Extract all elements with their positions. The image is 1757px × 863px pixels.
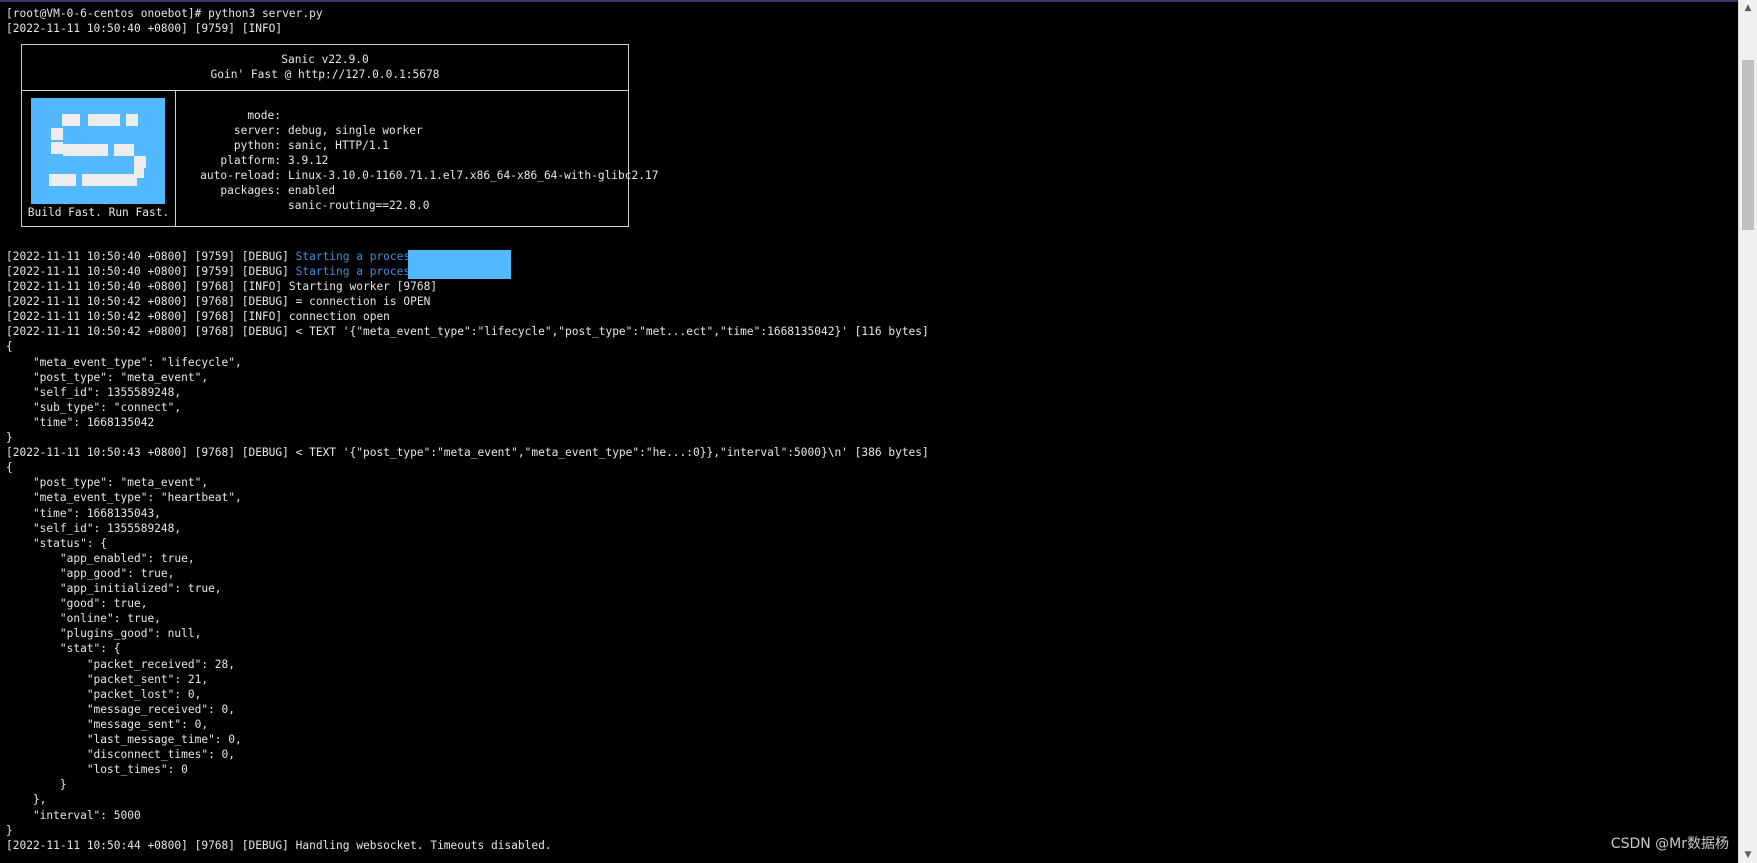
banner-subtitle: Goin' Fast @ http://127.0.0.1:5678 [210, 68, 440, 81]
log-line: "message_sent": 0, [6, 717, 209, 731]
terminal-window[interactable]: [root@VM-0-6-centos onoebot]# python3 se… [0, 0, 1738, 863]
sanic-logo-icon [31, 98, 165, 204]
process-message: Starting a process: [295, 250, 424, 263]
banner-header: Sanic v22.9.0 Goin' Fast @ http://127.0.… [22, 45, 628, 91]
vertical-scrollbar[interactable]: ▲ ▼ [1738, 0, 1757, 863]
log-line: "meta_event_type": "lifecycle", [6, 355, 242, 369]
log-line: [2022-11-11 10:50:42 +0800] [9768] [INFO… [6, 310, 390, 324]
log-line: "online": true, [6, 612, 161, 626]
log-line: "meta_event_type": "heartbeat", [6, 491, 242, 505]
log-line: "packet_lost": 0, [6, 687, 202, 701]
scrollbar-thumb[interactable] [1742, 60, 1754, 230]
log-line: "app_initialized": true, [6, 582, 222, 595]
log-line: "self_id": 1355589248, [6, 385, 182, 399]
log-line: "time": 1668135043, [6, 506, 161, 520]
detail-value: sanic, HTTP/1.1 [288, 139, 390, 152]
watermark-text: CSDN @Mr数据杨 [1610, 836, 1729, 852]
log-line: "packet_sent": 21, [6, 672, 209, 686]
log-line: "app_good": true, [6, 566, 175, 580]
log-line: [2022-11-11 10:50:42 +0800] [9768] [DEBU… [6, 295, 431, 309]
log-line: } [6, 823, 13, 837]
log-line: "post_type": "meta_event", [6, 476, 209, 490]
log-line: { [6, 461, 13, 475]
process-line: [2022-11-11 10:50:40 +0800] [9759] [DEBU… [6, 249, 424, 264]
detail-key: packages: [220, 184, 281, 197]
log-line: [2022-11-11 10:50:44 +0800] [9768] [DEBU… [6, 838, 552, 852]
log-line: "app_enabled": true, [6, 551, 195, 565]
detail-value: Linux-3.10.0-1160.71.1.el7.x86_64-x86_64… [288, 169, 659, 182]
scroll-down-icon[interactable]: ▼ [1739, 847, 1757, 863]
log-line: [2022-11-11 10:50:40 +0800] [9768] [INFO… [6, 280, 438, 293]
log-line: [2022-11-11 10:50:42 +0800] [9768] [DEBU… [6, 325, 929, 339]
log-line: "interval": 5000 [6, 808, 141, 822]
banner-detail-packages: packages: sanic-routing==22.8.0 [186, 168, 429, 228]
log-line: }, [6, 793, 47, 807]
log-line: } [6, 431, 13, 444]
log-line: "post_type": "meta_event", [6, 370, 209, 384]
log-line: "last_message_time": 0, [6, 733, 242, 746]
detail-value: debug, single worker [288, 124, 423, 137]
log-line: } [6, 778, 67, 792]
log-line: "status": { [6, 536, 108, 550]
detail-value: enabled [288, 184, 336, 197]
log-line: "good": true, [6, 597, 148, 611]
banner-title: Sanic v22.9.0 [281, 53, 369, 66]
detail-value: 3.9.12 [288, 154, 329, 167]
banner-tagline: Build Fast. Run Fast. [27, 206, 170, 219]
log-prefix: [2022-11-11 10:50:40 +0800] [9759] [DEBU… [6, 265, 296, 278]
log-line: { [6, 340, 13, 354]
process-message: Starting a process: [295, 265, 424, 278]
log-line: "message_received": 0, [6, 702, 236, 716]
log-line: "time": 1668135042 [6, 415, 155, 429]
info-line: [2022-11-11 10:50:40 +0800] [9759] [INFO… [6, 22, 283, 35]
log-line: "disconnect_times": 0, [6, 748, 236, 762]
log-line: [2022-11-11 10:50:43 +0800] [9768] [DEBU… [6, 446, 929, 460]
log-line: "lost_times": 0 [6, 763, 188, 777]
detail-value: sanic-routing==22.8.0 [288, 199, 430, 212]
log-line: "self_id": 1355589248, [6, 521, 182, 535]
log-prefix: [2022-11-11 10:50:40 +0800] [9759] [DEBU… [6, 250, 296, 263]
log-line: "plugins_good": null, [6, 627, 202, 641]
log-line: "sub_type": "connect", [6, 400, 182, 414]
prompt-line: [root@VM-0-6-centos onoebot]# python3 se… [6, 7, 323, 20]
redaction-block [408, 250, 511, 279]
sanic-banner: Sanic v22.9.0 Goin' Fast @ http://127.0.… [21, 44, 658, 228]
scroll-up-icon[interactable]: ▲ [1739, 0, 1757, 16]
process-line: [2022-11-11 10:50:40 +0800] [9759] [DEBU… [6, 264, 424, 279]
log-line: "packet_received": 28, [6, 657, 236, 671]
log-line: "stat": { [6, 642, 121, 656]
banner-logo-panel: Build Fast. Run Fast. [22, 91, 176, 226]
